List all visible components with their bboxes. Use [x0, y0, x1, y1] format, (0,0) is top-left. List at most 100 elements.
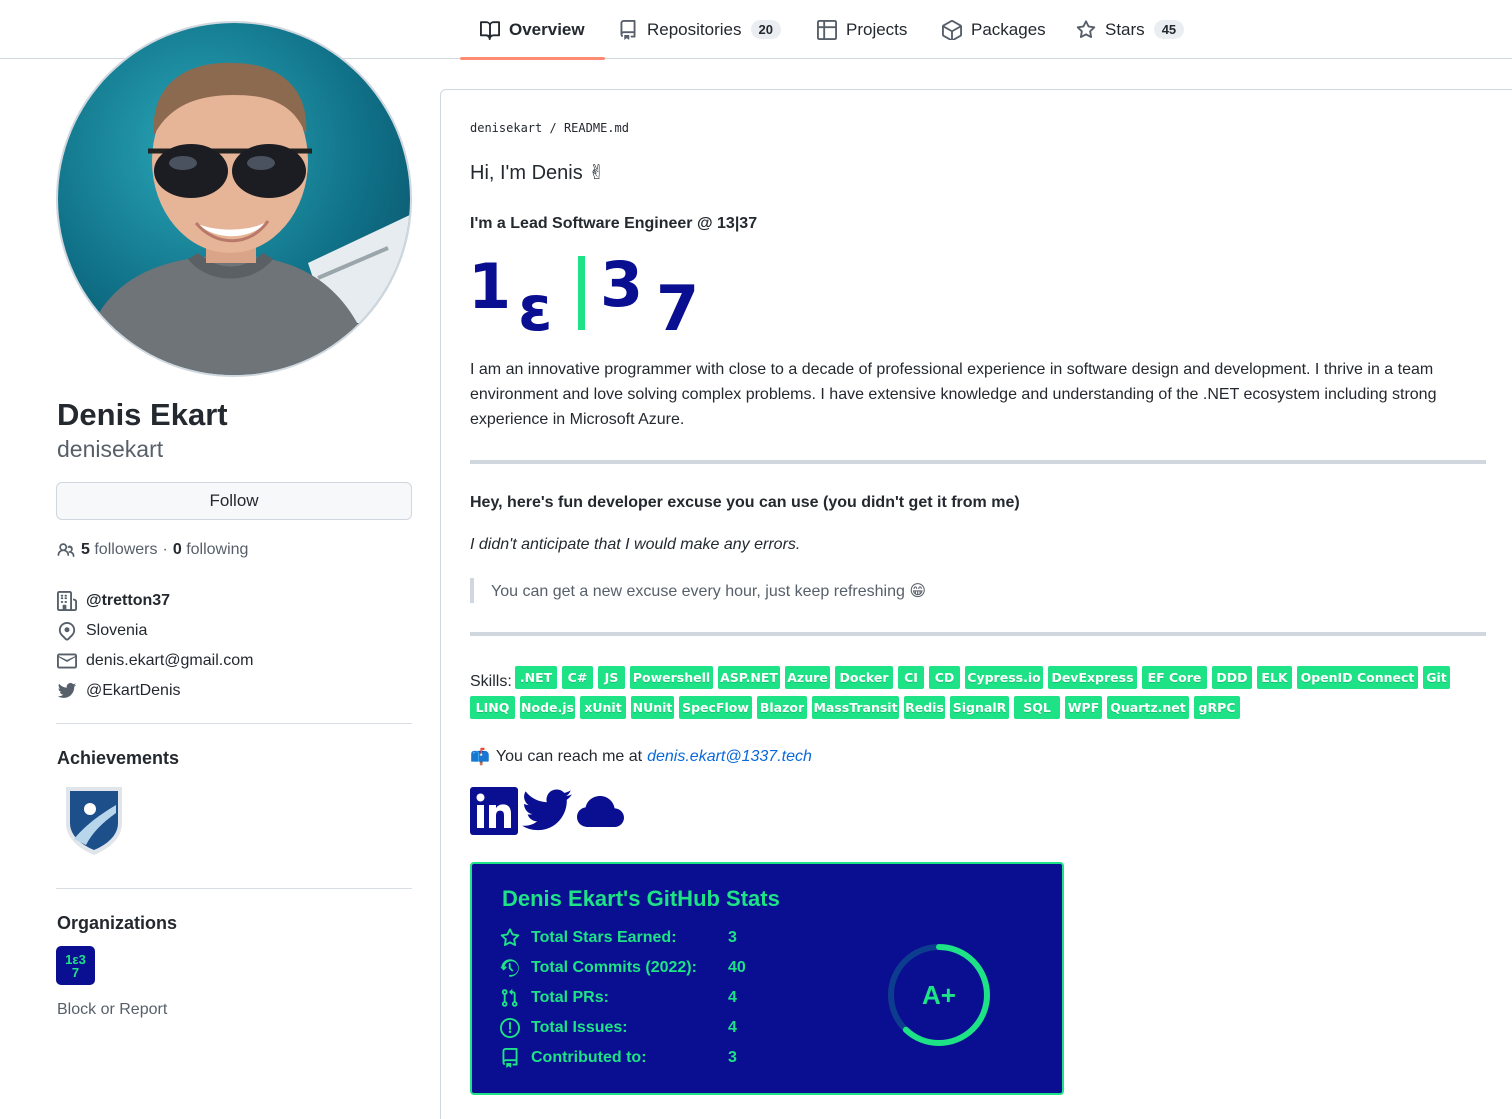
twitter-link[interactable]: @EkartDenis: [86, 682, 181, 700]
star-icon: [500, 928, 520, 948]
stats-label: Total PRs:: [531, 989, 609, 1006]
stats-row-commits: Total Commits (2022):: [500, 957, 697, 979]
stats-value: 3: [728, 1049, 737, 1066]
skill-badge: gRPC: [1194, 696, 1240, 719]
skill-badge: Git: [1423, 666, 1450, 689]
rank-ring: A+: [886, 942, 992, 1048]
skill-badge: ELK: [1257, 666, 1292, 689]
repo-icon: [500, 1048, 520, 1068]
location-row: Slovenia: [57, 621, 147, 641]
company-row: @tretton37: [57, 591, 170, 611]
tab-repositories[interactable]: Repositories 20: [618, 0, 781, 59]
logo-bar: [578, 256, 585, 330]
followers-count: 5: [81, 541, 90, 558]
skill-badge: Powershell: [630, 666, 713, 689]
stats-value: 4: [728, 1019, 737, 1036]
readme-path: denisekart / README.md: [470, 121, 629, 135]
readme-greeting: Hi, I'm Denis ✌: [470, 162, 606, 184]
tab-packages-label: Packages: [971, 19, 1046, 39]
skill-badge: SpecFlow: [679, 696, 752, 719]
logo-char-4: 7: [656, 272, 699, 334]
contact-email-link[interactable]: denis.ekart@1337.tech: [647, 748, 812, 766]
readme-file-name: README.md: [563, 121, 629, 135]
skill-badge: LINQ: [470, 696, 515, 719]
skill-badge: Cypress.io: [965, 666, 1043, 689]
logo-1337: 1 ε 3 7: [468, 248, 708, 345]
cloud-link[interactable]: [576, 789, 626, 837]
skill-badge: Azure: [785, 666, 830, 689]
twitter-row: @EkartDenis: [57, 681, 181, 701]
tab-projects[interactable]: Projects: [817, 0, 907, 59]
sidebar-divider: [56, 888, 412, 889]
stats-value: 3: [728, 929, 737, 946]
logo-char-2: ε: [518, 272, 553, 334]
following-label: following: [186, 541, 249, 558]
twitter-icon: [57, 681, 77, 701]
follow-stats: 5 followers · 0 following: [57, 541, 248, 559]
readme-owner-link[interactable]: denisekart: [470, 121, 542, 135]
stats-label: Total Issues:: [531, 1019, 628, 1036]
excuse-text: I didn't anticipate that I would make an…: [470, 536, 801, 553]
logo-char-3: 3: [600, 250, 643, 321]
history-icon: [500, 958, 520, 978]
readme-role: I'm a Lead Software Engineer @ 13|37: [470, 215, 758, 232]
sidebar-divider: [56, 723, 412, 724]
skill-badge: ASP.NET: [718, 666, 780, 689]
skill-badge: CD: [929, 666, 960, 689]
twitter-social-link[interactable]: [522, 788, 572, 837]
skill-badge: NUnit: [631, 696, 674, 719]
tab-overview[interactable]: Overview: [460, 0, 605, 60]
profile-name: Denis Ekart: [57, 397, 228, 432]
people-icon: [57, 541, 75, 559]
tab-packages[interactable]: Packages: [942, 0, 1046, 59]
achievements-heading: Achievements: [57, 748, 180, 768]
company-link[interactable]: @tretton37: [86, 592, 170, 610]
rank-grade: A+: [922, 980, 956, 1010]
linkedin-icon: [470, 786, 518, 840]
skill-badge: CI: [898, 666, 924, 689]
skill-badge: Redis: [904, 696, 945, 719]
tab-overview-label: Overview: [509, 19, 585, 39]
skill-badge: JS: [598, 666, 625, 689]
skill-badge: DDD: [1212, 666, 1252, 689]
following-link[interactable]: 0 following: [173, 541, 249, 559]
block-or-report-link[interactable]: Block or Report: [57, 1001, 167, 1019]
linkedin-link[interactable]: [470, 786, 518, 840]
skill-badge: SQL: [1014, 696, 1060, 719]
stats-row-contributed: Contributed to:: [500, 1047, 647, 1069]
skill-badge: C#: [562, 666, 593, 689]
table-icon: [817, 19, 837, 40]
repositories-counter: 20: [750, 20, 781, 39]
skill-badge: WPF: [1065, 696, 1102, 719]
followers-link[interactable]: 5 followers: [81, 541, 158, 559]
stats-label: Total Commits (2022):: [531, 959, 697, 976]
follow-button[interactable]: Follow: [56, 482, 412, 520]
mailbox-emoji: 📫: [470, 749, 490, 766]
avatar[interactable]: [56, 21, 412, 377]
stats-label: Total Stars Earned:: [531, 929, 677, 946]
location-icon: [57, 621, 77, 641]
pull-request-icon: [500, 988, 520, 1008]
readme-divider: [470, 460, 1486, 464]
logo-char-1: 1: [468, 250, 511, 323]
stats-value: 4: [728, 989, 737, 1006]
skills-label: Skills:: [470, 673, 512, 690]
github-stats-card: Denis Ekart's GitHub Stats Total Stars E…: [470, 862, 1064, 1095]
stats-value: 40: [728, 959, 746, 976]
org-avatar-1337[interactable]: 1ε37: [56, 946, 95, 985]
excuse-quote: You can get a new excuse every hour, jus…: [470, 578, 926, 603]
excuse-heading: Hey, here's fun developer excuse you can…: [470, 494, 1020, 511]
following-count: 0: [172, 541, 182, 558]
followers-label: followers: [94, 541, 158, 558]
email-link[interactable]: denis.ekart@gmail.com: [86, 652, 253, 670]
issue-icon: [500, 1018, 520, 1038]
tab-repositories-label: Repositories: [647, 19, 742, 39]
tab-stars[interactable]: Stars 45: [1076, 0, 1185, 59]
achievement-badge[interactable]: [60, 783, 128, 862]
tab-projects-label: Projects: [846, 19, 908, 39]
skill-badge: EF Core: [1142, 666, 1207, 689]
profile-login: denisekart: [57, 436, 164, 462]
skill-badge: MassTransit: [812, 696, 899, 719]
stats-title: Denis Ekart's GitHub Stats: [502, 886, 780, 911]
skill-badge: OpenID Connect: [1297, 666, 1418, 689]
